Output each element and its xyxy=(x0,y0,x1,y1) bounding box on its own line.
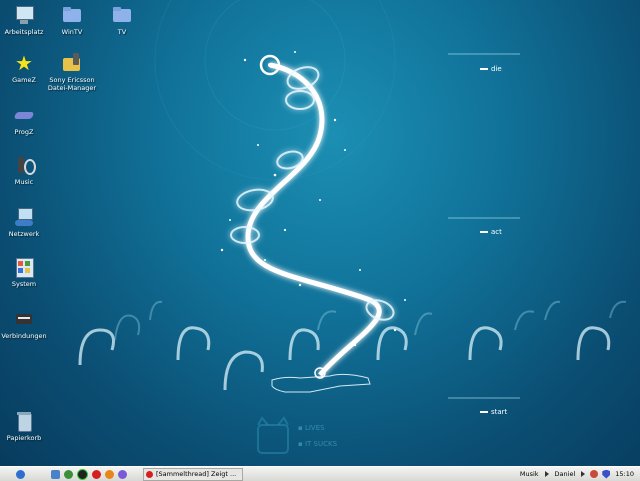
desktop-icon-progz[interactable]: ProgZ xyxy=(0,104,54,136)
network-icon xyxy=(13,206,35,228)
desktop-icon-music[interactable]: Music xyxy=(0,154,54,186)
desktop-icon-tv[interactable]: TV xyxy=(92,4,152,36)
taskbar: [Sammelthread] Zeigt ... Musik Daniel 15… xyxy=(0,466,640,481)
icon-label: Sony Ericsson Datei-Manager xyxy=(47,76,97,92)
desktop-icon[interactable] xyxy=(51,469,60,479)
desktop-icon-system[interactable]: System xyxy=(0,256,54,288)
icon-label: Music xyxy=(14,178,34,186)
control-panel-icon xyxy=(13,256,35,278)
desktop[interactable]: Arbeitsplatz WinTV TV ★ GameZ Sony Erics… xyxy=(0,0,640,466)
speaker-icon xyxy=(13,154,36,176)
phone-folder-icon xyxy=(61,52,83,74)
desktop-icon-sony-ericsson[interactable]: Sony Ericsson Datei-Manager xyxy=(42,52,102,92)
expand-icon[interactable] xyxy=(581,471,586,477)
desktop-icon-netzwerk[interactable]: Netzwerk xyxy=(0,206,54,238)
tagline-text: act xyxy=(491,228,502,236)
icon-label: TV xyxy=(117,28,127,36)
icon-label: ProgZ xyxy=(14,128,34,136)
folder-icon xyxy=(111,4,133,26)
tray-user[interactable]: Daniel xyxy=(555,470,576,478)
system-tray: Musik Daniel 15:10 xyxy=(517,467,640,481)
apple-icon[interactable] xyxy=(16,469,25,479)
globe-icon[interactable] xyxy=(64,469,73,479)
opera-icon xyxy=(146,470,153,478)
tagline-text: die xyxy=(491,65,502,73)
misc-icon[interactable] xyxy=(77,468,88,480)
folder-icon xyxy=(61,4,83,26)
shield-icon[interactable] xyxy=(602,469,611,479)
ie-icon[interactable] xyxy=(118,469,127,479)
tagline-act: act xyxy=(480,228,502,236)
tray-music[interactable]: Musik xyxy=(520,470,539,478)
computer-icon xyxy=(13,4,35,26)
opera-icon[interactable] xyxy=(92,469,101,479)
connections-icon xyxy=(13,308,35,330)
play-icon[interactable] xyxy=(544,471,549,477)
taskbar-button-sammelthread[interactable]: [Sammelthread] Zeigt ... xyxy=(143,467,243,481)
ghost-line: ▪ LIVES xyxy=(298,424,325,432)
tray-app-icon[interactable] xyxy=(590,470,599,478)
icon-label: Papierkorb xyxy=(6,434,42,442)
icon-label: Netzwerk xyxy=(8,230,40,238)
desktop-icon-verbindungen[interactable]: Verbindungen xyxy=(0,308,54,340)
tagline-die: die xyxy=(480,65,502,73)
ghost-line: ▪ IT SUCKS xyxy=(298,440,338,448)
tagline-start: start xyxy=(480,408,507,416)
star-icon: ★ xyxy=(15,51,33,75)
firefox-icon[interactable] xyxy=(105,469,114,479)
drive-icon xyxy=(13,104,35,126)
icon-label: System xyxy=(11,280,37,288)
desktop-icon-papierkorb[interactable]: Papierkorb xyxy=(0,410,54,442)
tagline-text: start xyxy=(491,408,508,416)
task-label: [Sammelthread] Zeigt ... xyxy=(156,470,237,478)
clock[interactable]: 15:10 xyxy=(615,470,634,478)
icon-label: Verbindungen xyxy=(1,332,47,340)
wallpaper-ghost-text: ▪ LIVES ▪ IT SUCKS xyxy=(298,424,337,448)
recycle-bin-icon xyxy=(13,410,35,432)
